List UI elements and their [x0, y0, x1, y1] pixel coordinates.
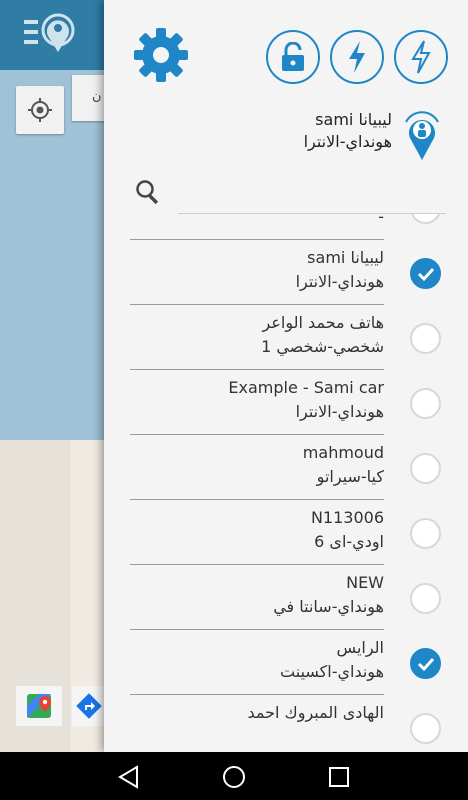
directions-icon: [76, 693, 102, 719]
menu-logo-icon[interactable]: [22, 8, 80, 58]
select-checkbox[interactable]: [410, 388, 441, 419]
system-nav-bar: [0, 752, 468, 800]
vehicle-list-item[interactable]: الرايس هونداي-اكسينت: [104, 630, 468, 695]
search-input[interactable]: [178, 174, 446, 214]
lightning-icon: [349, 41, 365, 73]
vehicle-name: هاتف محمد الواعر: [262, 313, 384, 332]
map-label-text: ن: [92, 89, 102, 104]
vehicle-name: NEW: [346, 573, 384, 592]
vehicle-model: هونداي-الانترا: [295, 402, 384, 421]
vehicle-model: هونداي-اكسينت: [280, 662, 384, 681]
vehicle-list-item[interactable]: sami ليبيانا هونداي-الانترا: [104, 240, 468, 305]
select-checkbox[interactable]: [410, 323, 441, 354]
vehicle-model: هونداي-سانتا في: [273, 597, 384, 616]
checkmark-icon: [417, 267, 435, 282]
vehicle-name: Example - Sami car: [228, 378, 384, 397]
recents-icon[interactable]: [326, 764, 352, 790]
current-vehicle-model: هونداي-الانترا: [303, 132, 392, 151]
vehicle-model: شخصي-شخصي 1: [261, 337, 384, 356]
vehicle-model: اودي-اى 6: [314, 532, 384, 551]
select-checkbox[interactable]: [410, 453, 441, 484]
lightning-outline-icon: [411, 40, 431, 74]
map-label-box: ن: [72, 75, 106, 121]
my-location-button[interactable]: [16, 86, 64, 134]
vehicle-name: sami ليبيانا: [307, 248, 384, 267]
location-pin-person-icon: [405, 111, 439, 160]
vehicle-list-item[interactable]: هاتف محمد الواعر شخصي-شخصي 1: [104, 305, 468, 370]
select-checkbox[interactable]: [410, 214, 441, 224]
engine-on-button[interactable]: [330, 30, 384, 84]
vehicle-name: الرايس: [336, 638, 384, 657]
back-icon[interactable]: [116, 764, 142, 790]
vehicle-name: mahmoud: [302, 443, 384, 462]
checkmark-icon: [417, 657, 435, 672]
crosshair-icon: [28, 98, 52, 122]
select-checkbox[interactable]: [410, 648, 441, 679]
vehicle-model: كيا-سيراتو: [316, 467, 384, 486]
vehicle-list-item[interactable]: الهادى المبروك احمد: [104, 695, 468, 752]
select-checkbox[interactable]: [410, 258, 441, 289]
vehicle-list-item[interactable]: NEW هونداي-سانتا في: [104, 565, 468, 630]
vehicle-name: N113006: [310, 508, 384, 527]
vehicle-model: هونداي-الانترا: [295, 272, 384, 291]
google-maps-button[interactable]: [16, 686, 62, 726]
vehicle-list-item[interactable]: N113006 اودي-اى 6: [104, 500, 468, 565]
vehicle-list-item[interactable]: -: [104, 214, 468, 240]
google-maps-icon: [27, 694, 51, 718]
directions-button[interactable]: [72, 686, 106, 726]
current-vehicle[interactable]: sami ليبيانا هونداي-الانترا: [104, 106, 468, 166]
search-icon: [136, 180, 159, 205]
select-checkbox[interactable]: [410, 518, 441, 549]
unlock-button[interactable]: [266, 30, 320, 84]
vehicle-list-item[interactable]: mahmoud كيا-سيراتو: [104, 435, 468, 500]
lock-open-icon: [282, 42, 304, 71]
vehicle-list-item[interactable]: Example - Sami car هونداي-الانترا: [104, 370, 468, 435]
engine-off-button[interactable]: [394, 30, 448, 84]
select-checkbox[interactable]: [410, 583, 441, 614]
vehicle-list[interactable]: - sami ليبيانا هونداي-الانترا هاتف محمد الو…: [104, 214, 468, 752]
current-vehicle-name: sami ليبيانا: [315, 110, 392, 129]
vehicle-model: -: [378, 214, 384, 226]
gear-icon[interactable]: [132, 26, 190, 84]
select-checkbox[interactable]: [410, 713, 441, 744]
home-icon[interactable]: [221, 764, 247, 790]
vehicle-name: الهادى المبروك احمد: [247, 703, 384, 722]
vehicle-drawer: sami ليبيانا هونداي-الانترا - sami ليبيان…: [104, 0, 468, 752]
